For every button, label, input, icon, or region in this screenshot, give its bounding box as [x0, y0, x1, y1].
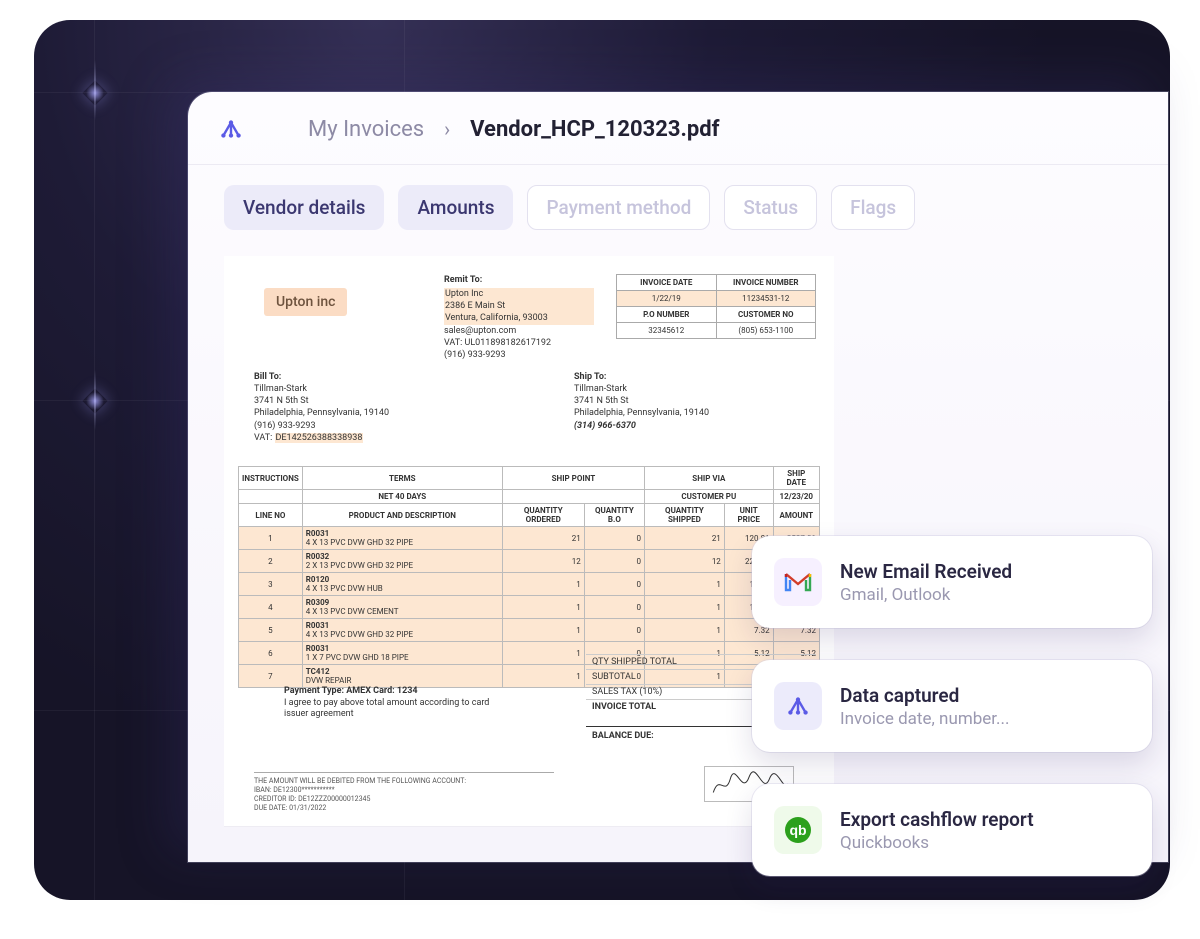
tab-flags[interactable]: Flags — [831, 185, 915, 230]
debit-footer: THE AMOUNT WILL BE DEBITED FROM THE FOLL… — [254, 772, 554, 813]
tab-vendor-details[interactable]: Vendor details — [224, 185, 384, 230]
remit-to-block: Remit To: Upton Inc 2386 E Main St Ventu… — [444, 274, 594, 361]
ship-to-city: Philadelphia, Pennsylvania, 19140 — [574, 407, 744, 419]
remit-city: Ventura, California, 93003 — [444, 312, 594, 324]
breadcrumb-current: Vendor_HCP_120323.pdf — [470, 117, 719, 142]
balance-label: BALANCE DUE: — [592, 731, 654, 741]
footer-l3: CREDITOR ID: DE12ZZZ00000012345 — [254, 795, 554, 804]
th-qty-bo: QUANTITY B.O — [584, 504, 644, 527]
flare-decoration — [94, 60, 96, 120]
meta-po-label: P.O NUMBER — [617, 307, 717, 322]
gmail-icon — [774, 558, 822, 606]
app-logo-icon — [216, 114, 246, 144]
invoice-meta-grid: INVOICE DATEINVOICE NUMBER 1/22/19112345… — [616, 274, 816, 339]
invoice-document: Upton inc Remit To: Upton Inc 2386 E Mai… — [224, 256, 834, 826]
vendor-name-highlight: Upton inc — [264, 288, 347, 316]
meta-customer: (805) 653-1100 — [717, 323, 816, 338]
bill-to-vat: VAT: DE142526388338938 — [254, 432, 424, 444]
bill-to-phone: (916) 933-9293 — [254, 420, 424, 432]
meta-invoice-date: 1/22/19 — [617, 291, 717, 306]
card-subtitle: Quickbooks — [840, 833, 1034, 853]
card-title: Data captured — [840, 684, 1009, 707]
payment-note: Payment Type: AMEX Card: 1234 I agree to… — [284, 686, 514, 721]
payment-type-line: Payment Type: AMEX Card: 1234 — [284, 686, 514, 698]
th-amount: AMOUNT — [773, 504, 819, 527]
breadcrumb-root[interactable]: My Invoices — [308, 117, 424, 142]
qty-shipped-total-label: QTY SHIPPED TOTAL — [592, 657, 677, 667]
table-row: 5R00314 X 13 PVC DVW GHD 32 PIPE1017.327… — [239, 619, 820, 642]
ship-to-label: Ship To: — [574, 371, 744, 383]
val-ship-date: 12/23/20 — [773, 490, 819, 504]
subtotal-label: SUBTOTAL — [592, 672, 636, 682]
val-terms: NET 40 DAYS — [302, 490, 502, 504]
table-row: 2R00322 X 13 PVC DVW GHD 32 PIPE12012220… — [239, 550, 820, 573]
th-terms: TERMS — [302, 467, 502, 490]
th-unit-price: UNIT PRICE — [724, 504, 773, 527]
footer-l2: IBAN: DE12300*********** — [254, 786, 554, 795]
topbar: My Invoices › Vendor_HCP_120323.pdf — [188, 92, 1168, 165]
remit-street: 2386 E Main St — [444, 300, 594, 312]
remit-phone: (916) 933-9293 — [444, 349, 594, 361]
th-qty-ord: QUANTITY ORDERED — [502, 504, 584, 527]
flare-decoration — [94, 370, 96, 430]
th-ship-via: SHIP VIA — [645, 467, 774, 490]
bill-to-label: Bill To: — [254, 371, 424, 383]
remit-name: Upton Inc — [444, 288, 594, 300]
svg-text:qb: qb — [789, 822, 806, 838]
card-new-email[interactable]: New Email Received Gmail, Outlook — [752, 536, 1152, 628]
bill-to-block: Bill To: Tillman-Stark 3741 N 5th St Phi… — [254, 371, 424, 444]
card-title: New Email Received — [840, 560, 1012, 583]
meta-po: 32345612 — [617, 323, 717, 338]
tabs-row: Vendor details Amounts Payment method St… — [188, 165, 1168, 248]
th-ship-date: SHIP DATE — [773, 467, 819, 490]
table-row: 4R03094 X 13 PVC DVW CEMENT10112.4512.45 — [239, 596, 820, 619]
tax-label: SALES TAX (10%) — [592, 687, 662, 697]
ship-to-name: Tillman-Stark — [574, 383, 744, 395]
bill-to-name: Tillman-Stark — [254, 383, 424, 395]
remit-email: sales@upton.com — [444, 325, 594, 337]
card-subtitle: Gmail, Outlook — [840, 585, 1012, 605]
tab-status[interactable]: Status — [724, 185, 817, 230]
th-qty-ship: QUANTITY SHIPPED — [645, 504, 725, 527]
invoice-total-label: INVOICE TOTAL — [592, 702, 656, 712]
meta-invoice-number: 11234531-12 — [717, 291, 816, 306]
payment-agreement-line: I agree to pay above total amount accord… — [284, 698, 514, 721]
meta-invoice-date-label: INVOICE DATE — [617, 275, 717, 290]
tab-amounts[interactable]: Amounts — [398, 185, 513, 230]
app-logo-icon — [774, 682, 822, 730]
chevron-right-icon: › — [444, 117, 450, 141]
tab-payment-method[interactable]: Payment method — [527, 185, 710, 230]
meta-invoice-number-label: INVOICE NUMBER — [717, 275, 816, 290]
ship-to-phone: (314) 966-6370 — [574, 420, 744, 432]
th-instructions: INSTRUCTIONS — [239, 467, 303, 490]
ship-to-block: Ship To: Tillman-Stark 3741 N 5th St Phi… — [574, 371, 744, 432]
footer-l4: DUE DATE: 01/31/2022 — [254, 804, 554, 813]
remit-vat: VAT: UL011898182617192 — [444, 337, 594, 349]
quickbooks-icon: qb — [774, 806, 822, 854]
bill-to-city: Philadelphia, Pennsylvania, 19140 — [254, 407, 424, 419]
th-ship-point: SHIP POINT — [502, 467, 644, 490]
card-export-cashflow[interactable]: qb Export cashflow report Quickbooks — [752, 784, 1152, 876]
table-row: 3R01204 X 13 PVC DVW HUB10110.6710.67 — [239, 573, 820, 596]
th-product: PRODUCT AND DESCRIPTION — [302, 504, 502, 527]
ship-to-street: 3741 N 5th St — [574, 395, 744, 407]
th-line-no: LINE NO — [239, 504, 303, 527]
footer-l1: THE AMOUNT WILL BE DEBITED FROM THE FOLL… — [254, 777, 554, 786]
card-data-captured[interactable]: Data captured Invoice date, number... — [752, 660, 1152, 752]
bill-to-street: 3741 N 5th St — [254, 395, 424, 407]
card-title: Export cashflow report — [840, 808, 1034, 831]
card-subtitle: Invoice date, number... — [840, 709, 1009, 729]
val-ship-via: CUSTOMER PU — [645, 490, 774, 504]
meta-customer-label: CUSTOMER NO — [717, 307, 816, 322]
table-row: 1R00314 X 13 PVC DVW GHD 32 PIPE21021120… — [239, 527, 820, 550]
remit-label: Remit To: — [444, 274, 594, 286]
